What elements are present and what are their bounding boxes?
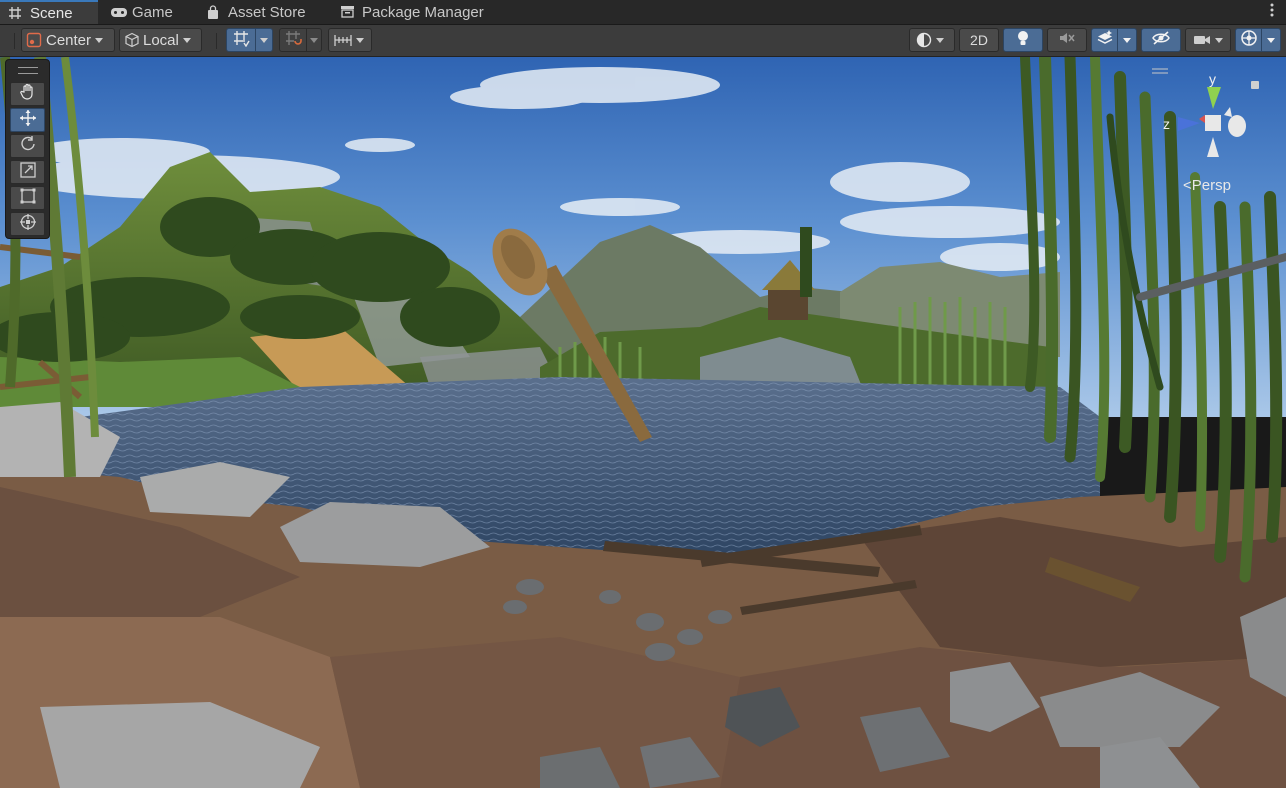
chevron-down-icon bbox=[1267, 37, 1275, 43]
scene-viewport[interactable]: y z <Persp bbox=[0, 57, 1286, 788]
rect-transform-icon bbox=[19, 187, 37, 210]
grid-visibility-toggle[interactable] bbox=[226, 28, 256, 52]
gizmo-axis-y-label: y bbox=[1209, 71, 1216, 87]
camera-icon bbox=[1193, 33, 1211, 47]
draw-mode-dropdown[interactable] bbox=[909, 28, 955, 52]
eye-hidden-icon bbox=[1151, 30, 1171, 50]
shading-mode-icon bbox=[916, 32, 932, 48]
chevron-down-icon bbox=[95, 37, 104, 43]
gizmos-dropdown[interactable] bbox=[1261, 28, 1281, 52]
pivot-rotation-dropdown[interactable]: Local bbox=[119, 28, 202, 52]
tab-label: Game bbox=[132, 3, 173, 21]
view-tool-button[interactable] bbox=[10, 82, 45, 106]
move-tool-button[interactable] bbox=[10, 108, 45, 132]
chevron-down-icon bbox=[260, 37, 268, 43]
tab-label: Package Manager bbox=[362, 3, 484, 21]
toolbar-grip bbox=[14, 33, 15, 49]
gizmo-globe-icon bbox=[1240, 29, 1258, 51]
2d-mode-toggle[interactable]: 2D bbox=[959, 28, 999, 52]
pivot-mode-dropdown[interactable]: Center bbox=[21, 28, 115, 52]
chevron-down-icon bbox=[310, 37, 318, 43]
light-bulb-icon bbox=[1015, 29, 1031, 51]
scene-camera-dropdown[interactable] bbox=[1185, 28, 1231, 52]
tab-asset-store[interactable]: Asset Store bbox=[198, 0, 328, 24]
chevron-down-icon bbox=[182, 37, 191, 43]
chevron-down-icon bbox=[1123, 37, 1131, 43]
chevron-down-icon bbox=[356, 37, 364, 43]
snap-toggle[interactable] bbox=[279, 28, 307, 52]
pivot-mode-label: Center bbox=[46, 31, 92, 49]
rect-tool-button[interactable] bbox=[10, 186, 45, 210]
speaker-mute-icon bbox=[1058, 30, 1076, 50]
snap-increment-icon bbox=[284, 29, 302, 51]
2d-mode-label: 2D bbox=[970, 32, 988, 48]
chevron-down-icon bbox=[1215, 37, 1223, 43]
chevron-down-icon bbox=[936, 37, 944, 43]
scene-effects-dropdown[interactable] bbox=[1117, 28, 1137, 52]
tab-game[interactable]: Game bbox=[102, 0, 192, 24]
rotate-icon bbox=[19, 135, 37, 158]
scene-audio-toggle[interactable] bbox=[1047, 28, 1087, 52]
pivot-icon bbox=[26, 32, 42, 48]
tab-package-manager[interactable]: Package Manager bbox=[332, 0, 512, 24]
tab-label: Asset Store bbox=[228, 3, 306, 21]
transform-tool-button[interactable] bbox=[10, 212, 45, 236]
scale-icon bbox=[19, 161, 37, 184]
tab-scene[interactable]: Scene bbox=[0, 0, 98, 24]
grid-options-dropdown[interactable] bbox=[255, 28, 273, 52]
projection-toggle[interactable]: <Persp bbox=[1183, 177, 1231, 194]
move-arrows-icon bbox=[19, 109, 37, 132]
tab-bar: Scene Game Asset Store Package Manager bbox=[0, 0, 1286, 25]
effects-layers-icon bbox=[1096, 29, 1114, 51]
toolbar-separator bbox=[216, 33, 217, 49]
gizmo-axis-z-label: z bbox=[1163, 116, 1170, 132]
package-icon bbox=[340, 5, 356, 19]
gamepad-icon bbox=[110, 5, 127, 19]
transform-tools-panel bbox=[5, 59, 50, 239]
hidden-objects-toggle[interactable] bbox=[1141, 28, 1181, 52]
pivot-rotation-label: Local bbox=[143, 31, 179, 49]
increment-snap-dropdown[interactable] bbox=[328, 28, 372, 52]
transform-all-icon bbox=[19, 213, 37, 236]
tab-label: Scene bbox=[30, 4, 73, 22]
gizmos-toggle[interactable] bbox=[1235, 28, 1262, 52]
scene-render bbox=[0, 57, 1286, 788]
cube-icon bbox=[124, 32, 140, 48]
snap-options-dropdown[interactable] bbox=[306, 28, 322, 52]
hand-icon bbox=[19, 83, 37, 106]
scene-lighting-toggle[interactable] bbox=[1003, 28, 1043, 52]
rotate-tool-button[interactable] bbox=[10, 134, 45, 158]
scale-tool-button[interactable] bbox=[10, 160, 45, 184]
scene-toolbar: Center Local 2D bbox=[0, 25, 1286, 57]
shopping-bag-icon bbox=[206, 5, 222, 19]
grid-snap-icon bbox=[232, 29, 250, 51]
ruler-icon bbox=[334, 32, 352, 48]
grid-icon bbox=[8, 6, 24, 20]
scene-effects-toggle[interactable] bbox=[1091, 28, 1118, 52]
panel-grip[interactable] bbox=[18, 67, 38, 74]
more-options-icon[interactable] bbox=[1270, 3, 1274, 21]
